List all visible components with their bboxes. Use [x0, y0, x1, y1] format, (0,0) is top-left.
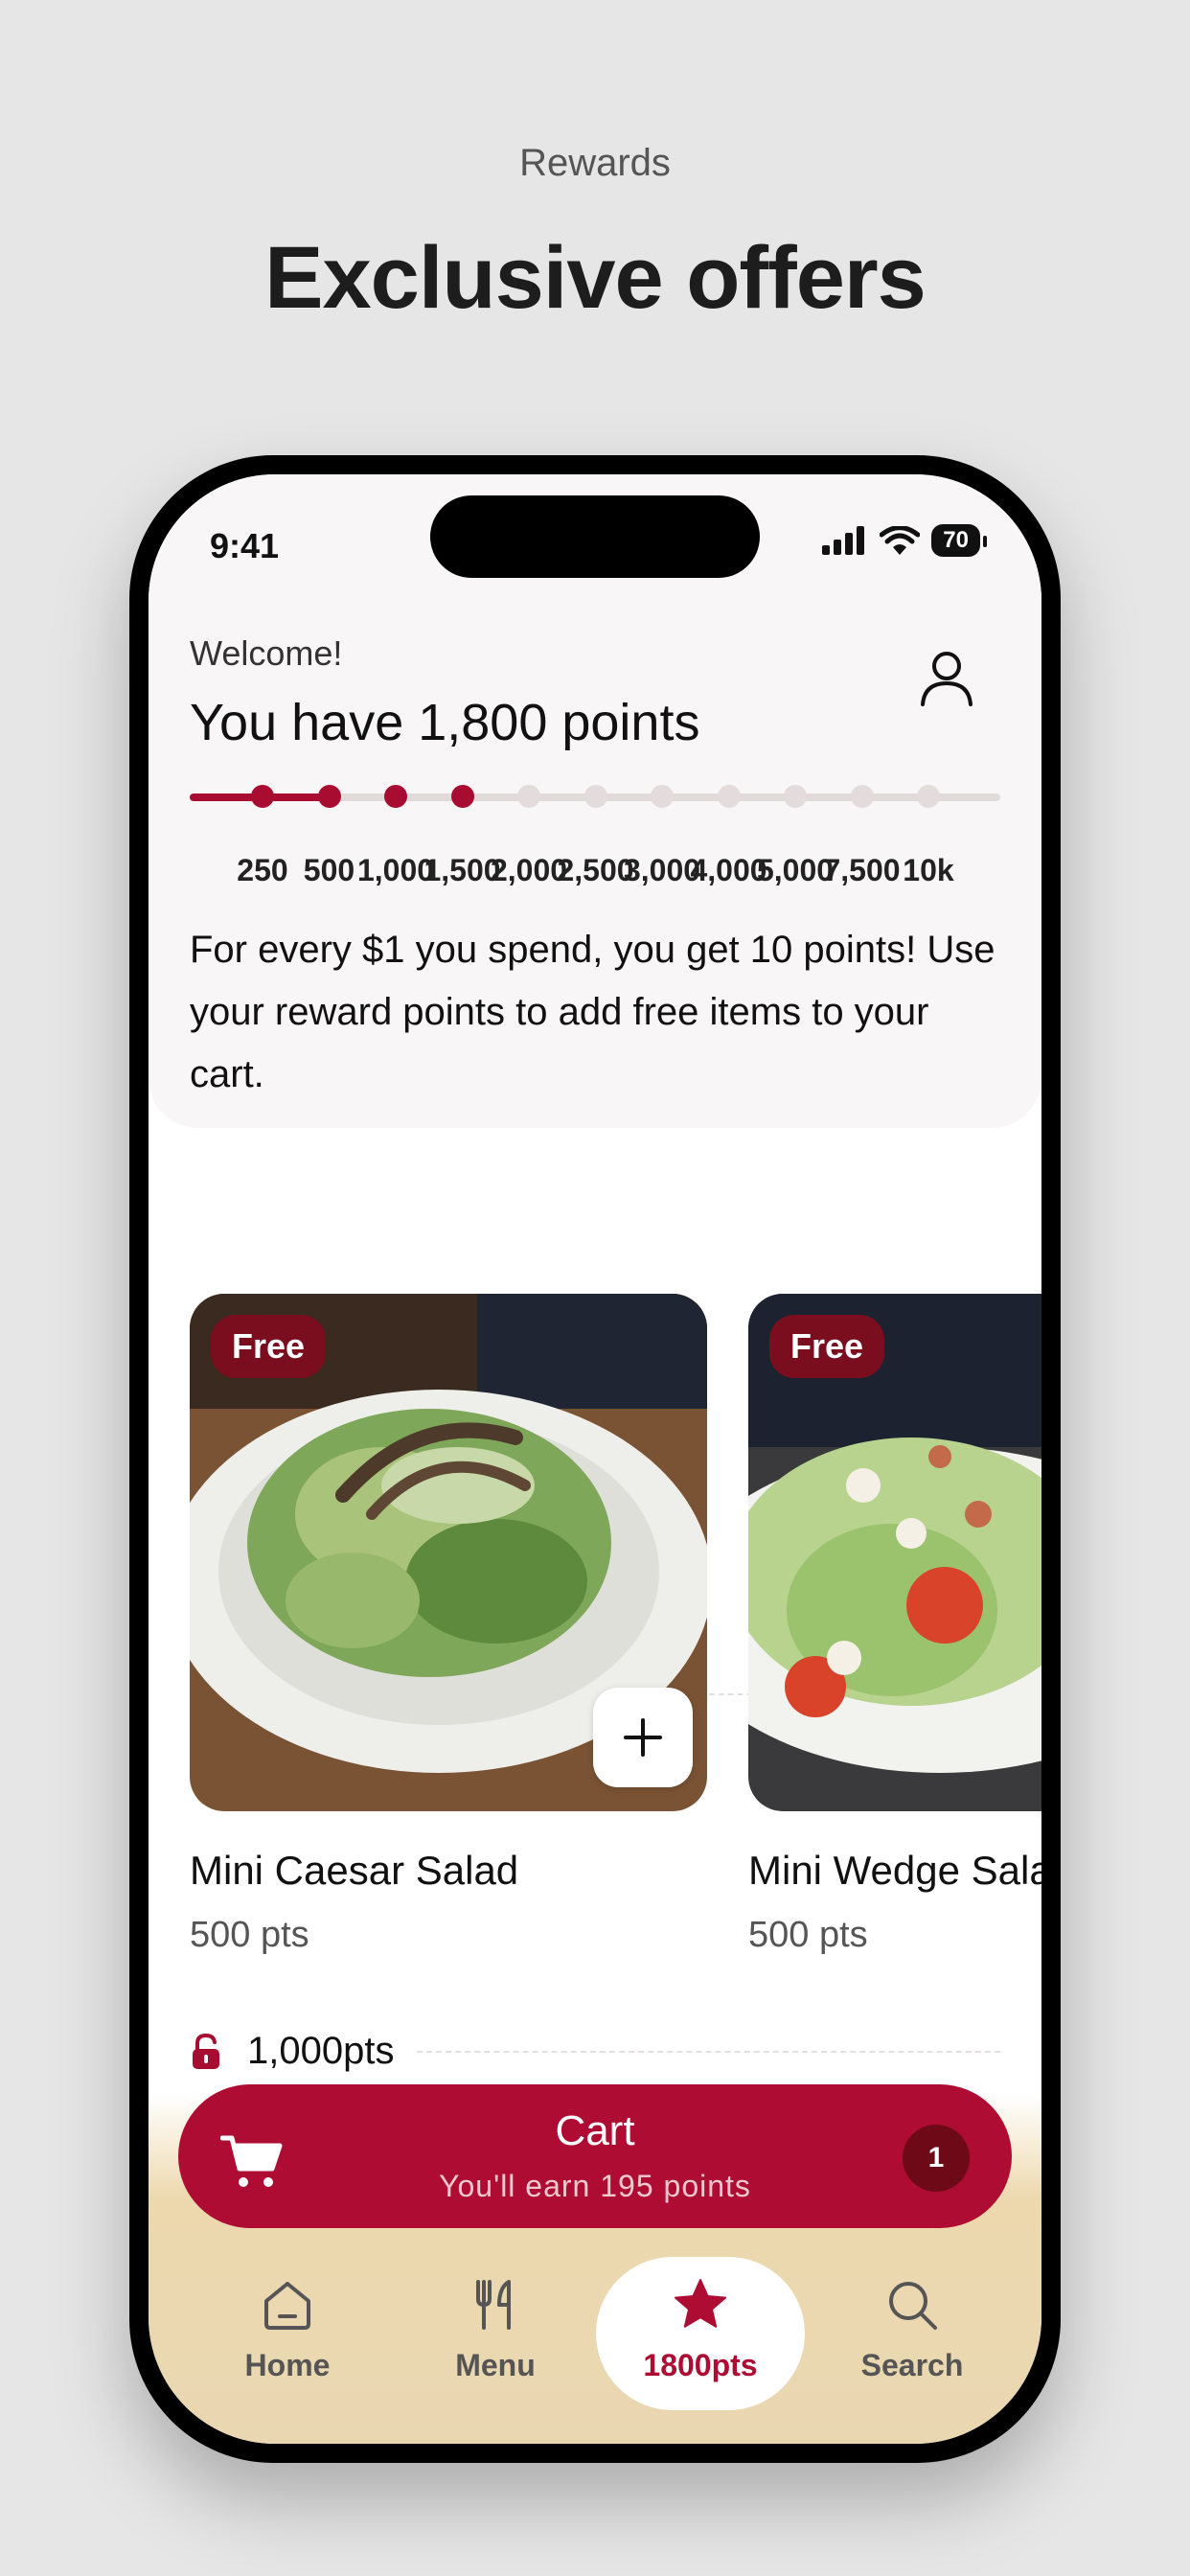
- signal-icon: [822, 526, 865, 555]
- store-header-title: Exclusive offers: [264, 229, 927, 327]
- cart-button[interactable]: Cart You'll earn 195 points 1: [178, 2084, 1012, 2228]
- tab-bar: Home Menu 1800pts Search: [149, 2257, 1041, 2420]
- progress-dot: [384, 785, 407, 808]
- progress-tick-label: 5,000: [756, 853, 835, 887]
- progress-tick-labels: 250 500 1,000 1,500 2,000 2,500 3,000 4,000 5,00…: [190, 853, 1000, 891]
- points-balance-title: You have 1,800 points: [190, 694, 700, 751]
- progress-dot: [317, 785, 341, 808]
- reward-card-caesar[interactable]: Free Mini Caesar Salad 500 pts: [190, 1294, 707, 1956]
- tier-divider: [417, 2050, 1000, 2053]
- tier-header-1000: 1,000pts: [190, 2030, 1000, 2073]
- progress-dot: [517, 785, 540, 808]
- progress-tick-label: 4,000: [690, 853, 767, 887]
- progress-dot: [784, 785, 807, 808]
- plus-icon: [624, 1718, 662, 1757]
- progress-tick-label: 2,000: [490, 853, 568, 887]
- progress-tick-label: 250: [237, 853, 288, 887]
- status-icons: 70: [822, 524, 987, 557]
- tab-home[interactable]: Home: [187, 2257, 388, 2410]
- tab-label: 1800pts: [643, 2348, 758, 2382]
- phone-screen: 9:41 70 Welcome! You have 1,800 points 2…: [149, 474, 1041, 2444]
- reward-card-wedge[interactable]: Free Mini Wedge Salad 500 pts: [748, 1294, 1041, 1956]
- battery-indicator: 70: [931, 524, 987, 557]
- progress-tick-label: 1,000: [356, 853, 435, 887]
- user-icon: [921, 652, 973, 706]
- progress-dot: [850, 785, 874, 808]
- utensils-icon: [476, 2280, 511, 2330]
- free-badge: Free: [769, 1315, 885, 1378]
- progress-dot: [450, 785, 474, 808]
- search-icon: [889, 2282, 937, 2330]
- wifi-icon: [880, 526, 921, 555]
- progress-dot: [584, 785, 607, 808]
- add-to-cart-button[interactable]: [593, 1688, 693, 1787]
- profile-button[interactable]: [915, 647, 978, 710]
- progress-tick-label: 10k: [903, 853, 954, 887]
- tab-label: Menu: [455, 2348, 536, 2382]
- free-badge: Free: [211, 1315, 327, 1378]
- store-header-label: Rewards: [519, 142, 671, 184]
- rewards-description: For every $1 you spend, you get 10 point…: [190, 929, 995, 1095]
- unlock-icon: [193, 2033, 219, 2069]
- item-name: Mini Wedge Salad: [748, 1848, 1041, 1893]
- points-progress-bar: [190, 785, 1000, 808]
- cart-title: Cart: [555, 2107, 635, 2154]
- star-icon: [675, 2279, 726, 2328]
- progress-dot: [251, 785, 274, 808]
- cart-item-count: 1: [903, 2125, 970, 2192]
- tab-label: Home: [244, 2348, 331, 2382]
- wedge-salad-image: Free: [748, 1294, 1041, 1811]
- progress-dot: [651, 785, 674, 808]
- tab-menu[interactable]: Menu: [395, 2257, 596, 2410]
- welcome-text: Welcome!: [190, 633, 343, 673]
- tab-label: Search: [860, 2348, 964, 2382]
- dynamic-island: [430, 495, 760, 578]
- progress-tick-label: 3,000: [623, 853, 701, 887]
- home-icon: [264, 2282, 310, 2330]
- tab-search[interactable]: Search: [812, 2257, 1013, 2410]
- progress-dot: [717, 785, 741, 808]
- item-points: 500 pts: [748, 1915, 868, 1955]
- progress-tick-label: 1,500: [423, 853, 501, 887]
- phone-frame: 9:41 70 Welcome! You have 1,800 points 2…: [129, 455, 1061, 2463]
- progress-tick-label: 2,500: [557, 853, 634, 887]
- cart-earn-points: You'll earn 195 points: [439, 2169, 751, 2203]
- progress-tick-label: 500: [303, 853, 355, 887]
- item-points: 500 pts: [190, 1915, 309, 1955]
- item-name: Mini Caesar Salad: [190, 1848, 519, 1893]
- caesar-salad-image: Free: [190, 1294, 707, 1811]
- tier-label: 1,000pts: [247, 2030, 395, 2072]
- progress-dot: [917, 785, 940, 808]
- status-time: 9:41: [210, 526, 280, 565]
- tab-rewards[interactable]: 1800pts: [596, 2257, 805, 2410]
- progress-tick-label: 7,500: [823, 853, 901, 887]
